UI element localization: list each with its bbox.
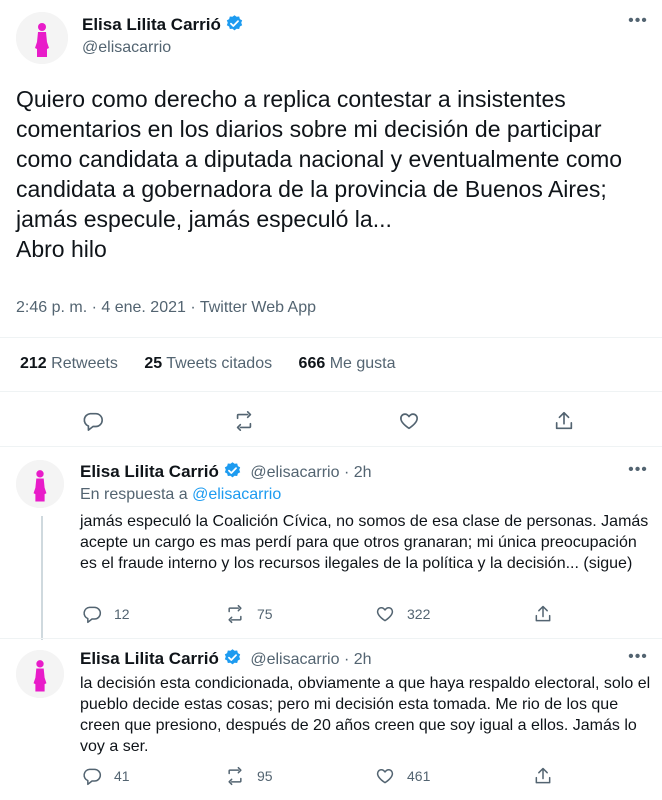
reply-icon [83,768,102,786]
more-options-icon[interactable]: ••• [624,648,652,666]
reply-count: 12 [114,606,130,622]
avatar-figure-icon [16,12,68,64]
retweets-label: Retweets [51,355,118,372]
like-count: 461 [407,768,431,784]
reply-avatar[interactable] [16,650,64,698]
share-icon[interactable] [553,410,575,432]
reply-handle-time[interactable]: @elisacarrio · 2h [250,651,371,668]
like-action[interactable]: 461 [375,766,430,786]
avatar-figure-icon [16,460,64,508]
share-action[interactable] [533,766,565,786]
retweet-icon [228,766,242,786]
verified-badge-icon [225,14,244,33]
like-icon[interactable] [398,410,420,432]
share-icon [535,767,551,784]
retweet-count: 75 [257,606,273,622]
reply-icon[interactable] [82,410,104,432]
divider [0,337,662,338]
retweet-icon[interactable] [233,410,255,432]
quotes-stat[interactable]: 25 Tweets citados [144,355,272,372]
like-count: 322 [407,606,431,622]
retweets-stat[interactable]: 212 Retweets [20,355,118,372]
reply-action[interactable]: 12 [82,604,130,624]
reply-header: Elisa Lilita Carrió @elisacarrio · 2h [80,461,372,482]
tweet-timestamp[interactable]: 2:46 p. m. · 4 ene. 2021 · Twitter Web A… [16,299,316,317]
divider [0,638,662,639]
reply-avatar[interactable] [16,460,64,508]
retweet-count: 95 [257,768,273,784]
reply-text: jamás especuló la Coalición Cívica, no s… [80,513,649,572]
like-icon [376,607,394,622]
likes-label: Me gusta [329,355,396,372]
like-icon [376,769,394,784]
replying-to-handle[interactable]: @elisacarrio [192,486,281,503]
author-name[interactable]: Elisa Lilita Carrió [82,15,221,34]
thread-connector-line [41,516,43,640]
verified-badge-icon [223,461,242,480]
reply-action[interactable]: 41 [82,766,130,786]
divider [0,446,662,447]
author-name-row: Elisa Lilita Carrió [82,14,244,35]
reply-text: la decisión esta condicionada, obviament… [80,675,651,755]
avatar-figure-icon [16,650,64,698]
reply-author-name[interactable]: Elisa Lilita Carrió [80,462,219,481]
likes-stat[interactable]: 666 Me gusta [299,355,396,372]
share-action[interactable] [533,604,565,624]
replying-to: En respuesta a @elisacarrio [80,486,281,504]
verified-badge-icon [223,648,242,667]
tweet-text: Quiero como derecho a replica contestar … [16,86,623,262]
replying-to-prefix: En respuesta a [80,486,188,503]
retweet-icon [228,604,242,624]
author-avatar[interactable] [16,12,68,64]
reply-header: Elisa Lilita Carrió @elisacarrio · 2h [80,648,372,669]
share-icon [535,605,551,622]
tweet-stats: 212 Retweets 25 Tweets citados 666 Me gu… [20,355,418,373]
more-options-icon[interactable]: ••• [624,461,652,479]
quotes-label: Tweets citados [166,355,273,372]
likes-count: 666 [298,355,326,372]
reply-icon [83,606,102,624]
reply-count: 41 [114,768,130,784]
retweets-count: 212 [20,355,47,372]
author-handle[interactable]: @elisacarrio [82,39,171,57]
reply-author-name[interactable]: Elisa Lilita Carrió [80,649,219,668]
retweet-action[interactable]: 75 [225,604,273,624]
retweet-action[interactable]: 95 [225,766,273,786]
like-action[interactable]: 322 [375,604,430,624]
more-options-icon[interactable]: ••• [624,12,652,30]
divider [0,391,662,392]
quotes-count: 25 [144,355,163,372]
reply-handle-time[interactable]: @elisacarrio · 2h [250,464,371,481]
